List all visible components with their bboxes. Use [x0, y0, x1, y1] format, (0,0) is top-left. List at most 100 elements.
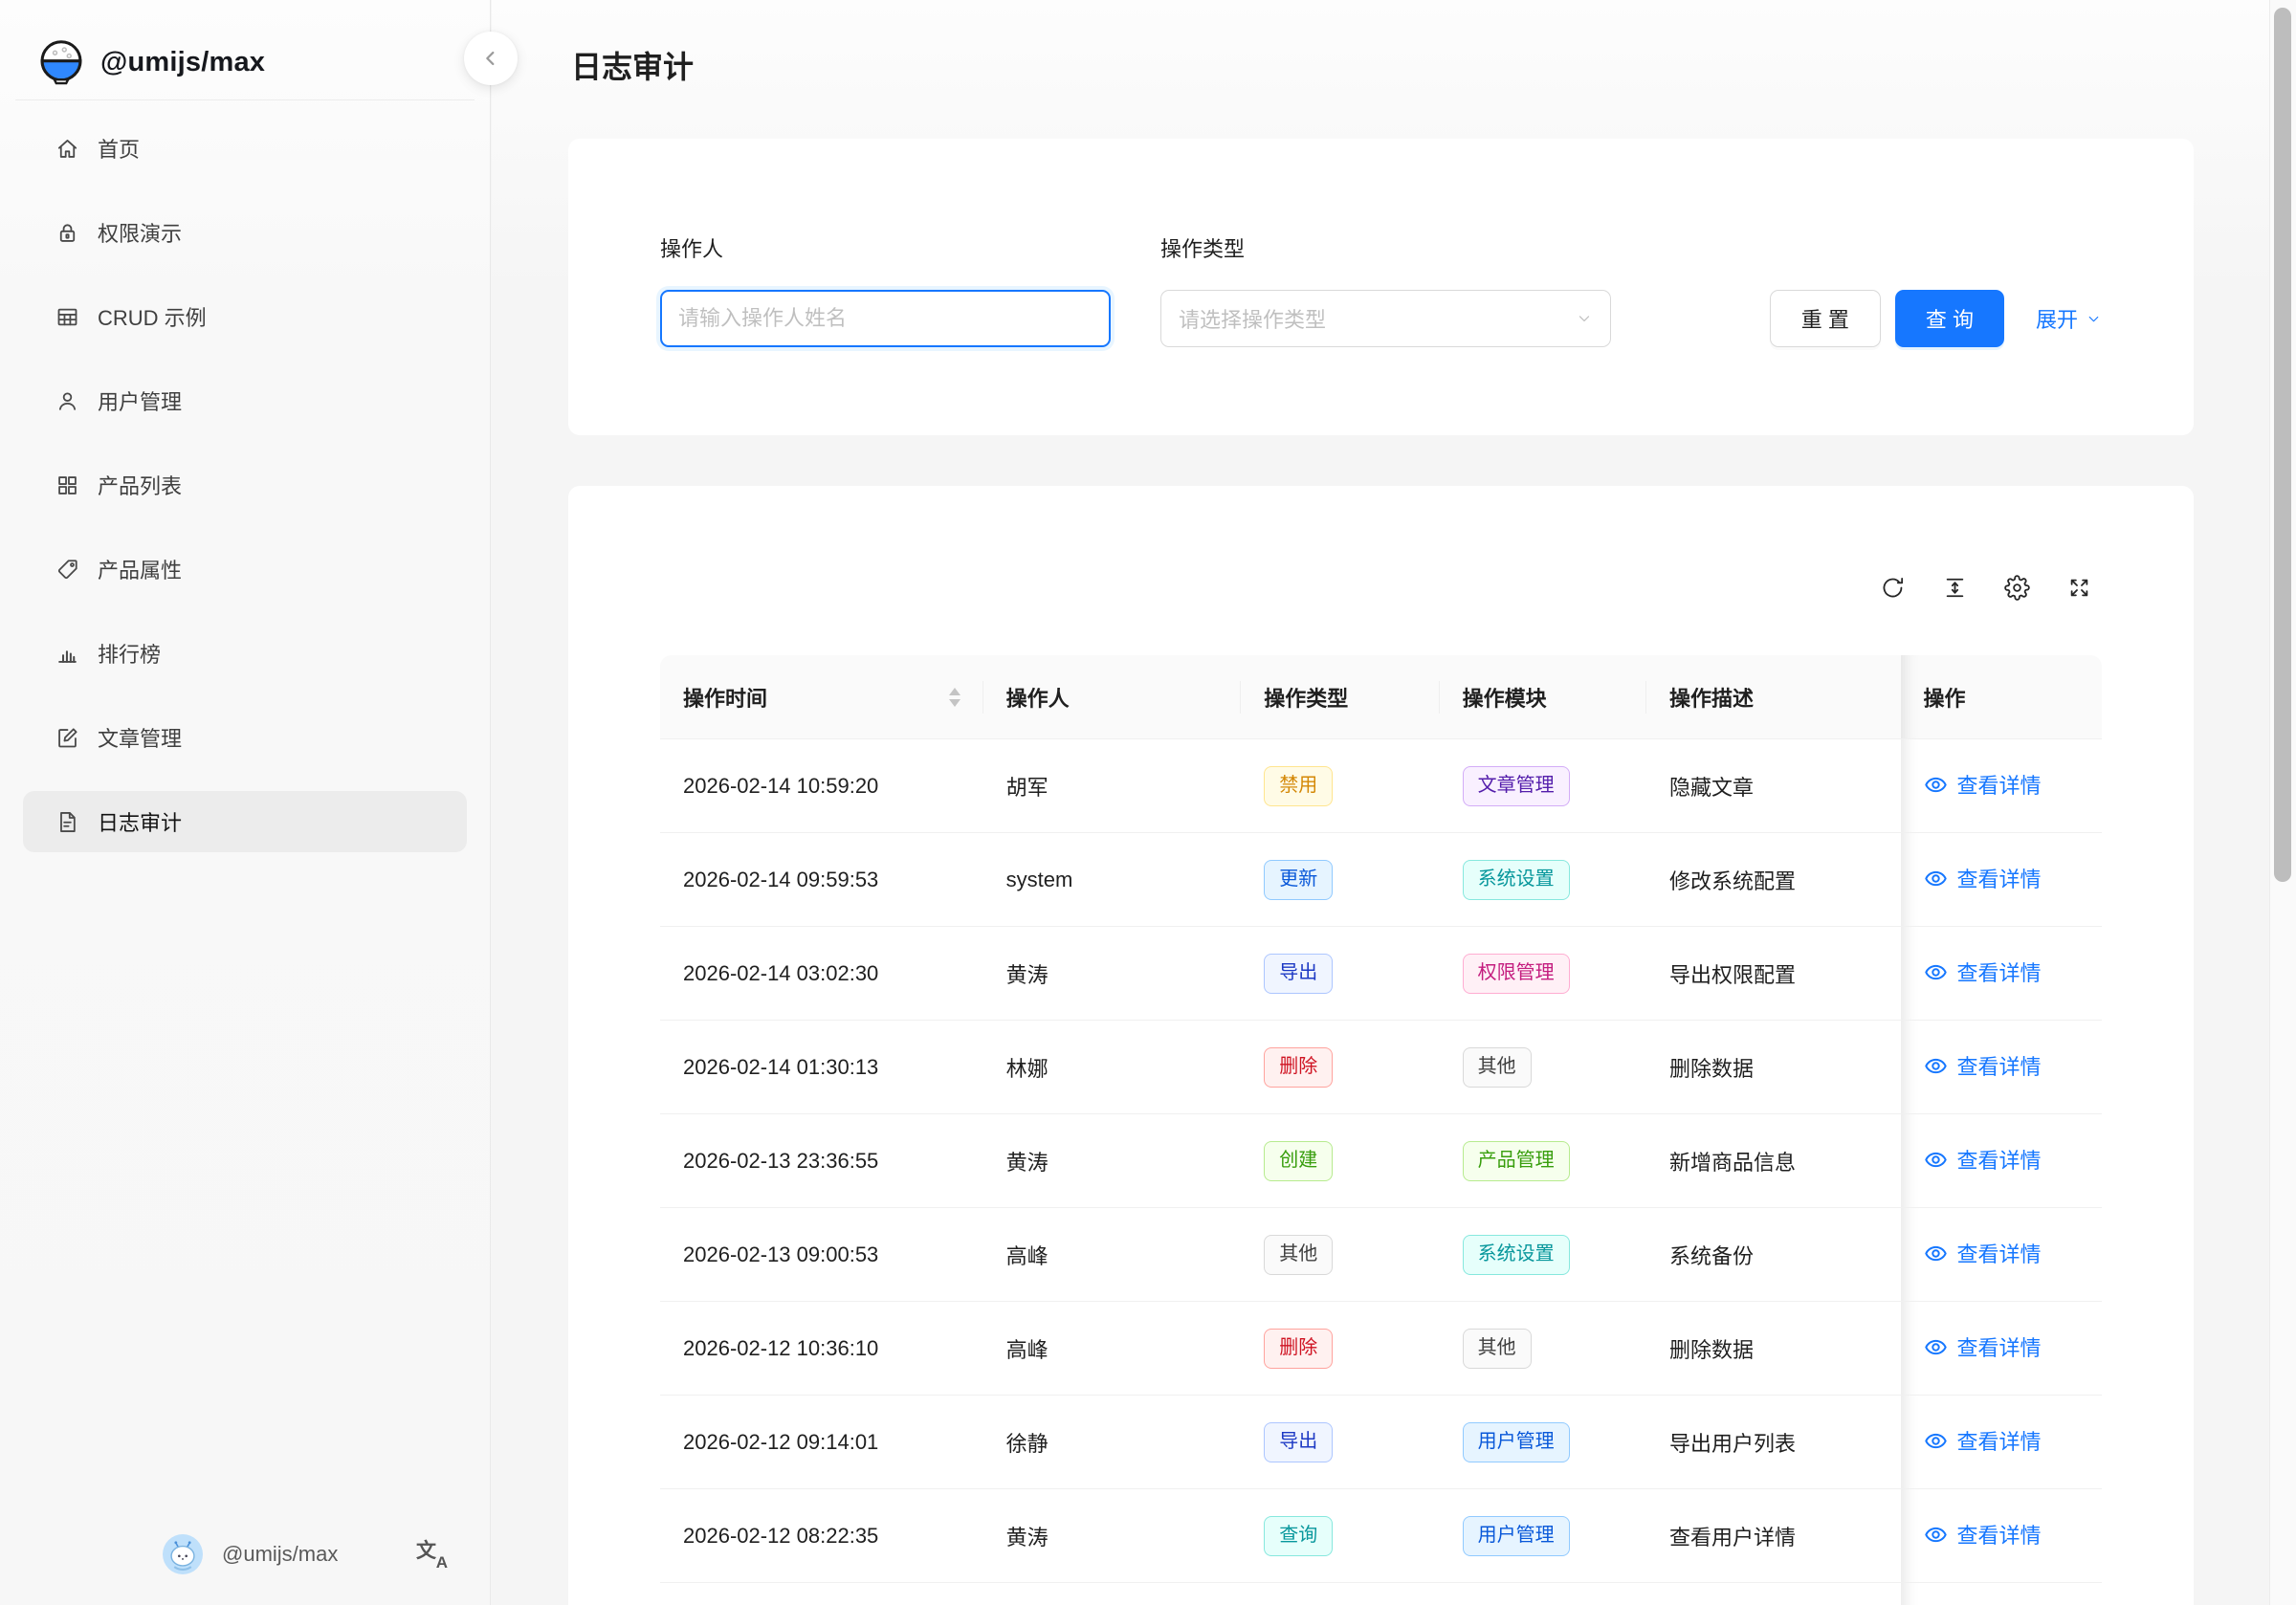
fullscreen-button[interactable] [2066, 575, 2092, 601]
operation-type-tag: 创建 [1264, 1141, 1333, 1181]
search-button[interactable]: 查 询 [1895, 290, 2004, 347]
view-detail-label: 查看详情 [1957, 1425, 2042, 1456]
view-detail-link[interactable]: 查看详情 [1924, 1144, 2042, 1175]
column-header-5: 操作 [1901, 655, 2102, 739]
table-row: 2026-02-13 23:36:55黄涛创建产品管理新增商品信息查看详情 [660, 1114, 2102, 1208]
eye-icon [1924, 1335, 1948, 1359]
sidebar-item-articles[interactable]: 文章管理 [23, 707, 467, 768]
column-header-4: 操作描述 [1646, 655, 1901, 739]
operation-module-tag: 权限管理 [1463, 954, 1570, 994]
column-title: 操作类型 [1264, 687, 1348, 711]
chevron-down-icon [2086, 311, 2102, 327]
cell-time: 2026-02-13 23:36:55 [660, 1114, 983, 1208]
column-header-2: 操作类型 [1241, 655, 1439, 739]
view-detail-label: 查看详情 [1957, 1144, 2042, 1175]
sidebar-item-product-attrs[interactable]: 产品属性 [23, 539, 467, 600]
reset-button[interactable]: 重 置 [1770, 290, 1881, 347]
cell-action: 查看详情 [1901, 1396, 2102, 1489]
sidebar-item-users[interactable]: 用户管理 [23, 370, 467, 431]
cell-module: 用户管理 [1440, 1489, 1646, 1583]
view-detail-link[interactable]: 查看详情 [1924, 1425, 2042, 1456]
user-avatar[interactable] [163, 1534, 203, 1574]
operation-type-tag: 导出 [1264, 1422, 1333, 1462]
cell-type: 创建 [1241, 1114, 1439, 1208]
operation-type-tag: 禁用 [1264, 766, 1333, 806]
sidebar-menu: 首页权限演示 CRUD 示例用户管理产品列表产品属性排行榜文章管理日志审计 [0, 100, 490, 852]
file-text-icon [55, 809, 80, 835]
logo: @umijs/max [0, 0, 490, 99]
view-detail-label: 查看详情 [1957, 1519, 2042, 1550]
translate-icon[interactable]: 文A [416, 1539, 447, 1570]
fullscreen-icon [2066, 575, 2092, 601]
cell-action [1901, 1583, 2102, 1605]
operation-module-tag: 系统设置 [1463, 1235, 1570, 1275]
setting-icon [2004, 575, 2030, 601]
cell-desc: 新增商品信息 [1646, 1114, 1901, 1208]
operation-module-tag: 用户管理 [1463, 1422, 1570, 1462]
reload-icon [1880, 575, 1906, 601]
cell-operator [983, 1583, 1242, 1605]
cell-module: 系统设置 [1440, 833, 1646, 927]
cell-time: 2026-02-14 09:59:53 [660, 833, 983, 927]
view-detail-link[interactable]: 查看详情 [1924, 863, 2042, 893]
view-detail-label: 查看详情 [1957, 956, 2042, 987]
column-title: 操作 [1924, 687, 1966, 711]
cell-module: 用户管理 [1440, 1396, 1646, 1489]
operation-type-tag: 更新 [1264, 860, 1333, 900]
sidebar-item-label: 日志审计 [98, 806, 182, 837]
type-select[interactable]: 请选择操作类型 [1160, 290, 1611, 347]
view-detail-link[interactable]: 查看详情 [1924, 1238, 2042, 1268]
cell-type [1241, 1583, 1439, 1605]
view-detail-link[interactable]: 查看详情 [1924, 1050, 2042, 1081]
reload-button[interactable] [1880, 575, 1906, 601]
cell-action: 查看详情 [1901, 1114, 2102, 1208]
expand-link[interactable]: 展开 [2036, 303, 2102, 334]
column-title: 操作描述 [1669, 687, 1754, 711]
cell-module: 权限管理 [1440, 927, 1646, 1021]
sidebar-item-home[interactable]: 首页 [23, 118, 467, 179]
column-header-0[interactable]: 操作时间 [660, 655, 983, 739]
eye-icon [1924, 773, 1948, 797]
type-field: 操作类型 请选择操作类型 [1160, 234, 1611, 347]
column-height-button[interactable] [1942, 575, 1968, 601]
sidebar-item-ranking[interactable]: 排行榜 [23, 623, 467, 684]
sidebar-item-label: 排行榜 [98, 638, 161, 669]
setting-button[interactable] [2004, 575, 2030, 601]
cell-action: 查看详情 [1901, 1021, 2102, 1114]
view-detail-link[interactable]: 查看详情 [1924, 769, 2042, 800]
type-label: 操作类型 [1160, 234, 1611, 265]
cell-operator: 黄涛 [983, 927, 1242, 1021]
column-title: 操作时间 [683, 682, 767, 713]
sidebar-item-access[interactable]: 权限演示 [23, 202, 467, 263]
column-sorter[interactable] [949, 688, 960, 707]
cell-type: 禁用 [1241, 739, 1439, 833]
eye-icon [1924, 1429, 1948, 1453]
view-detail-link[interactable]: 查看详情 [1924, 1519, 2042, 1550]
table-icon [55, 304, 80, 330]
sidebar-item-label: 产品属性 [98, 554, 182, 584]
cell-type: 导出 [1241, 1396, 1439, 1489]
page-scrollbar-thumb[interactable] [2274, 8, 2291, 882]
table-card: 操作时间操作人操作类型操作模块操作描述操作 2026-02-14 10:59:2… [568, 486, 2194, 1605]
operation-type-tag: 查询 [1264, 1516, 1333, 1556]
view-detail-link[interactable]: 查看详情 [1924, 1331, 2042, 1362]
sidebar-item-products[interactable]: 产品列表 [23, 454, 467, 516]
sidebar-collapse-button[interactable] [464, 32, 518, 85]
main-content: 日志审计 操作人 操作类型 请选择操作类型 重 置 查 询 展开 [492, 0, 2296, 1605]
cell-operator: 高峰 [983, 1208, 1242, 1302]
operator-input[interactable] [660, 290, 1111, 347]
filter-actions: 重 置 查 询 展开 [1770, 290, 2102, 347]
sidebar-footer: @umijs/max 文A [0, 1511, 490, 1605]
table-row: 2026-02-14 01:30:13林娜删除其他删除数据查看详情 [660, 1021, 2102, 1114]
view-detail-label: 查看详情 [1957, 1331, 2042, 1362]
page-scrollbar[interactable] [2269, 0, 2296, 1605]
view-detail-label: 查看详情 [1957, 1050, 2042, 1081]
operation-type-tag: 导出 [1264, 954, 1333, 994]
cell-action: 查看详情 [1901, 927, 2102, 1021]
table-row: 2026-02-12 09:14:01徐静导出用户管理导出用户列表查看详情 [660, 1396, 2102, 1489]
cell-operator: 高峰 [983, 1302, 1242, 1396]
view-detail-link[interactable]: 查看详情 [1924, 956, 2042, 987]
sidebar-item-crud[interactable]: CRUD 示例 [23, 286, 467, 347]
cell-action: 查看详情 [1901, 833, 2102, 927]
sidebar-item-audit-log[interactable]: 日志审计 [23, 791, 467, 852]
